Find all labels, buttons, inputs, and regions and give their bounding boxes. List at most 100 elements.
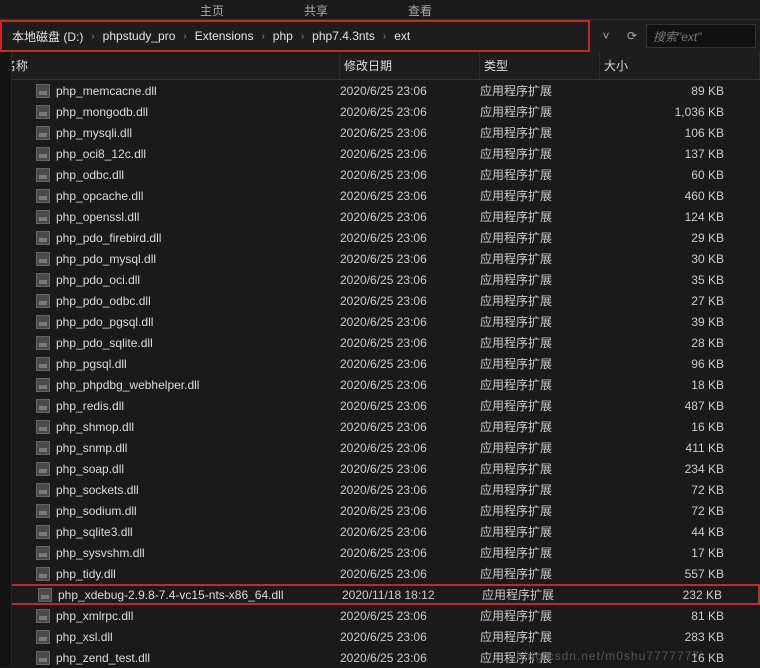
file-size: 96 KB [600, 357, 760, 371]
dll-file-icon [36, 525, 50, 539]
file-name: php_mongodb.dll [56, 105, 148, 119]
file-row[interactable]: php_oci8_12c.dll2020/6/25 23:06应用程序扩展137… [0, 143, 760, 164]
file-size: 557 KB [600, 567, 760, 581]
refresh-icon[interactable]: ⟳ [620, 24, 644, 48]
dll-file-icon [36, 378, 50, 392]
breadcrumb-item[interactable]: php7.4.3nts [306, 29, 381, 43]
search-input[interactable]: 搜索"ext" [646, 24, 756, 48]
file-row[interactable]: php_pdo_pgsql.dll2020/6/25 23:06应用程序扩展39… [0, 311, 760, 332]
file-row[interactable]: php_pdo_odbc.dll2020/6/25 23:06应用程序扩展27 … [0, 290, 760, 311]
breadcrumb-item[interactable]: 本地磁盘 (D:) [6, 28, 89, 45]
file-name: php_xmlrpc.dll [56, 609, 133, 623]
file-row[interactable]: php_soap.dll2020/6/25 23:06应用程序扩展234 KB [0, 458, 760, 479]
file-date: 2020/6/25 23:06 [340, 105, 480, 119]
file-row[interactable]: php_redis.dll2020/6/25 23:06应用程序扩展487 KB [0, 395, 760, 416]
breadcrumb-item[interactable]: ext [388, 29, 416, 43]
header-type[interactable]: 类型 [480, 52, 600, 79]
file-row[interactable]: php_openssl.dll2020/6/25 23:06应用程序扩展124 … [0, 206, 760, 227]
file-type: 应用程序扩展 [480, 208, 600, 225]
file-name: php_oci8_12c.dll [56, 147, 146, 161]
file-list: php_memcacne.dll2020/6/25 23:06应用程序扩展89 … [0, 80, 760, 668]
file-row[interactable]: php_pdo_oci.dll2020/6/25 23:06应用程序扩展35 K… [0, 269, 760, 290]
file-date: 2020/6/25 23:06 [340, 231, 480, 245]
file-row[interactable]: php_snmp.dll2020/6/25 23:06应用程序扩展411 KB [0, 437, 760, 458]
dll-file-icon [36, 546, 50, 560]
file-type: 应用程序扩展 [480, 355, 600, 372]
file-name: php_sqlite3.dll [56, 525, 133, 539]
breadcrumb-item[interactable]: php [267, 29, 299, 43]
header-name[interactable]: 名称 [0, 52, 340, 79]
file-size: 27 KB [600, 294, 760, 308]
file-row[interactable]: php_shmop.dll2020/6/25 23:06应用程序扩展16 KB [0, 416, 760, 437]
breadcrumb[interactable]: 本地磁盘 (D:)›phpstudy_pro›Extensions›php›ph… [6, 22, 584, 50]
file-name: php_redis.dll [56, 399, 124, 413]
dll-file-icon [36, 483, 50, 497]
chevron-right-icon[interactable]: › [381, 31, 388, 42]
file-row[interactable]: php_pgsql.dll2020/6/25 23:06应用程序扩展96 KB [0, 353, 760, 374]
file-row[interactable]: php_sysvshm.dll2020/6/25 23:06应用程序扩展17 K… [0, 542, 760, 563]
file-name: php_sysvshm.dll [56, 546, 145, 560]
file-size: 89 KB [600, 84, 760, 98]
file-type: 应用程序扩展 [480, 481, 600, 498]
breadcrumb-item[interactable]: phpstudy_pro [97, 29, 182, 43]
file-size: 234 KB [600, 462, 760, 476]
file-row[interactable]: php_mongodb.dll2020/6/25 23:06应用程序扩展1,03… [0, 101, 760, 122]
file-type: 应用程序扩展 [480, 145, 600, 162]
file-name-cell: php_pdo_odbc.dll [0, 294, 340, 308]
file-date: 2020/6/25 23:06 [340, 651, 480, 665]
dll-file-icon [36, 126, 50, 140]
file-row[interactable]: php_xdebug-2.9.8-7.4-vc15-nts-x86_64.dll… [0, 584, 760, 605]
file-type: 应用程序扩展 [480, 418, 600, 435]
file-row[interactable]: php_sodium.dll2020/6/25 23:06应用程序扩展72 KB [0, 500, 760, 521]
file-type: 应用程序扩展 [480, 166, 600, 183]
file-date: 2020/11/18 18:12 [342, 588, 482, 602]
file-row[interactable]: php_sqlite3.dll2020/6/25 23:06应用程序扩展44 K… [0, 521, 760, 542]
file-row[interactable]: php_odbc.dll2020/6/25 23:06应用程序扩展60 KB [0, 164, 760, 185]
file-size: 60 KB [600, 168, 760, 182]
file-size: 487 KB [600, 399, 760, 413]
dll-file-icon [36, 315, 50, 329]
file-type: 应用程序扩展 [480, 460, 600, 477]
file-name-cell: php_shmop.dll [0, 420, 340, 434]
tab-share[interactable]: 共享 [264, 0, 368, 19]
file-row[interactable]: php_pdo_mysql.dll2020/6/25 23:06应用程序扩展30… [0, 248, 760, 269]
header-size[interactable]: 大小 [600, 52, 760, 79]
file-date: 2020/6/25 23:06 [340, 147, 480, 161]
file-type: 应用程序扩展 [480, 271, 600, 288]
file-row[interactable]: php_mysqli.dll2020/6/25 23:06应用程序扩展106 K… [0, 122, 760, 143]
file-row[interactable]: php_sockets.dll2020/6/25 23:06应用程序扩展72 K… [0, 479, 760, 500]
file-type: 应用程序扩展 [480, 250, 600, 267]
file-name: php_pdo_oci.dll [56, 273, 140, 287]
tab-view[interactable]: 查看 [368, 0, 472, 19]
file-row[interactable]: php_tidy.dll2020/6/25 23:06应用程序扩展557 KB [0, 563, 760, 584]
chevron-right-icon[interactable]: › [299, 31, 306, 42]
file-row[interactable]: php_pdo_sqlite.dll2020/6/25 23:06应用程序扩展2… [0, 332, 760, 353]
file-name: php_snmp.dll [56, 441, 127, 455]
file-row[interactable]: php_opcache.dll2020/6/25 23:06应用程序扩展460 … [0, 185, 760, 206]
file-row[interactable]: php_pdo_firebird.dll2020/6/25 23:06应用程序扩… [0, 227, 760, 248]
file-date: 2020/6/25 23:06 [340, 483, 480, 497]
chevron-right-icon[interactable]: › [89, 31, 96, 42]
file-date: 2020/6/25 23:06 [340, 609, 480, 623]
file-size: 29 KB [600, 231, 760, 245]
file-date: 2020/6/25 23:06 [340, 252, 480, 266]
file-name-cell: php_xsl.dll [0, 630, 340, 644]
dropdown-icon[interactable]: ˅ [594, 24, 618, 48]
file-type: 应用程序扩展 [480, 313, 600, 330]
file-name-cell: php_oci8_12c.dll [0, 147, 340, 161]
file-type: 应用程序扩展 [480, 292, 600, 309]
dll-file-icon [36, 357, 50, 371]
file-name: php_openssl.dll [56, 210, 139, 224]
file-name-cell: php_sysvshm.dll [0, 546, 340, 560]
chevron-right-icon[interactable]: › [259, 31, 266, 42]
file-type: 应用程序扩展 [480, 82, 600, 99]
breadcrumb-item[interactable]: Extensions [189, 29, 260, 43]
file-row[interactable]: php_phpdbg_webhelper.dll2020/6/25 23:06应… [0, 374, 760, 395]
file-row[interactable]: php_xmlrpc.dll2020/6/25 23:06应用程序扩展81 KB [0, 605, 760, 626]
file-row[interactable]: php_xsl.dll2020/6/25 23:06应用程序扩展283 KB [0, 626, 760, 647]
chevron-right-icon[interactable]: › [181, 31, 188, 42]
file-row[interactable]: php_memcacne.dll2020/6/25 23:06应用程序扩展89 … [0, 80, 760, 101]
tab-home[interactable]: 主页 [160, 0, 264, 19]
header-date[interactable]: 修改日期 [340, 52, 480, 79]
file-type: 应用程序扩展 [480, 544, 600, 561]
